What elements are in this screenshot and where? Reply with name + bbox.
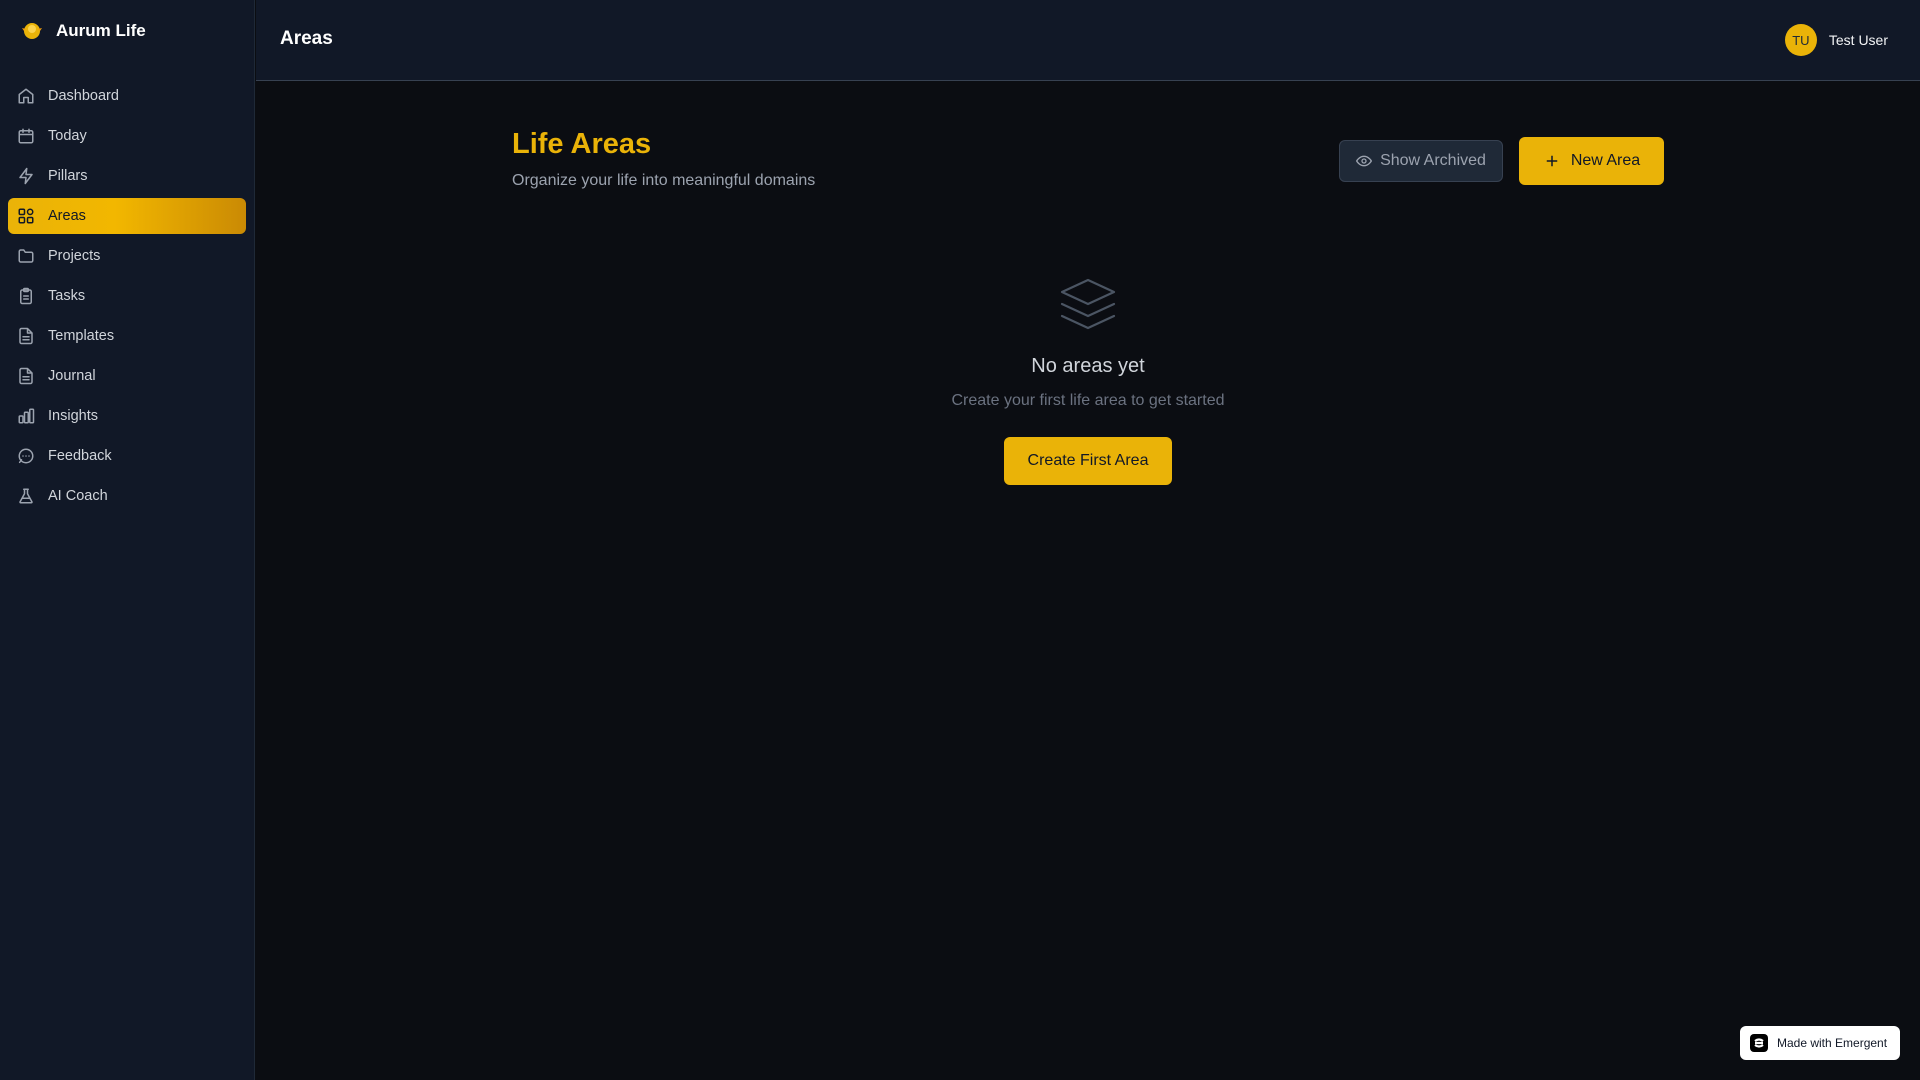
home-icon	[17, 87, 35, 105]
sidebar-nav: Dashboard Today Pillars Areas Projects T…	[0, 78, 254, 514]
show-archived-label: Show Archived	[1380, 152, 1486, 169]
sidebar-item-dashboard[interactable]: Dashboard	[8, 78, 246, 114]
sidebar-item-tasks[interactable]: Tasks	[8, 278, 246, 314]
sidebar-item-label: Pillars	[48, 168, 88, 184]
plus-icon	[1546, 155, 1558, 167]
empty-state-subtitle: Create your first life area to get start…	[951, 392, 1225, 409]
sidebar-item-label: Dashboard	[48, 88, 119, 104]
document-icon	[17, 367, 35, 385]
made-with-badge[interactable]: Made with Emergent	[1740, 1026, 1900, 1060]
sidebar-item-label: Templates	[48, 328, 115, 344]
new-area-button[interactable]: New Area	[1519, 137, 1664, 185]
section-subtitle: Organize your life into meaningful domai…	[512, 172, 816, 189]
logo-icon	[20, 19, 44, 43]
user-menu[interactable]: TU Test User	[1784, 24, 1888, 56]
sidebar-item-areas[interactable]: Areas	[8, 198, 246, 234]
app-name: Aurum Life	[56, 21, 146, 40]
flask-icon	[17, 487, 35, 505]
chat-icon	[17, 447, 35, 465]
sidebar-item-today[interactable]: Today	[8, 118, 246, 154]
user-name: Test User	[1828, 32, 1888, 48]
empty-state-title: No areas yet	[1031, 355, 1145, 377]
grid-icon	[17, 207, 35, 225]
document-icon	[17, 327, 35, 345]
sidebar-item-feedback[interactable]: Feedback	[8, 438, 246, 474]
badge-label: Made with Emergent	[1777, 1036, 1888, 1050]
calendar-icon	[17, 127, 35, 145]
create-first-area-button[interactable]: Create First Area	[1004, 437, 1172, 485]
layers-icon	[1056, 274, 1120, 338]
folder-icon	[17, 247, 35, 265]
avatar[interactable]: TU	[1784, 24, 1817, 56]
sidebar-item-insights[interactable]: Insights	[8, 398, 246, 434]
sidebar-item-journal[interactable]: Journal	[8, 358, 246, 394]
page-title: Areas	[280, 28, 333, 49]
sidebar-item-label: AI Coach	[48, 488, 108, 504]
sidebar-item-label: Feedback	[48, 448, 112, 464]
clipboard-icon	[17, 287, 35, 305]
emergent-logo-icon	[1750, 1034, 1768, 1052]
sidebar-item-pillars[interactable]: Pillars	[8, 158, 246, 194]
new-area-label: New Area	[1570, 152, 1641, 169]
sidebar-item-label: Insights	[48, 408, 98, 424]
brand[interactable]: Aurum Life	[0, 0, 254, 62]
create-first-area-label: Create First Area	[1027, 452, 1149, 469]
sidebar-item-ai-coach[interactable]: AI Coach	[8, 478, 246, 514]
lightning-icon	[17, 167, 35, 185]
sidebar-item-label: Projects	[48, 248, 101, 264]
show-archived-button[interactable]: Show Archived	[1339, 140, 1503, 182]
sidebar-item-label: Tasks	[48, 288, 86, 304]
top-header: Areas TU Test User	[256, 0, 1920, 81]
eye-icon	[1356, 155, 1373, 167]
bar-chart-icon	[17, 407, 35, 425]
sidebar: Aurum Life Dashboard Today Pillars Areas…	[0, 0, 255, 1080]
sidebar-item-label: Areas	[48, 208, 86, 224]
section-title: Life Areas	[512, 128, 652, 160]
sidebar-item-label: Journal	[48, 368, 96, 384]
sidebar-item-templates[interactable]: Templates	[8, 318, 246, 354]
sidebar-item-label: Today	[48, 128, 87, 144]
sidebar-item-projects[interactable]: Projects	[8, 238, 246, 274]
